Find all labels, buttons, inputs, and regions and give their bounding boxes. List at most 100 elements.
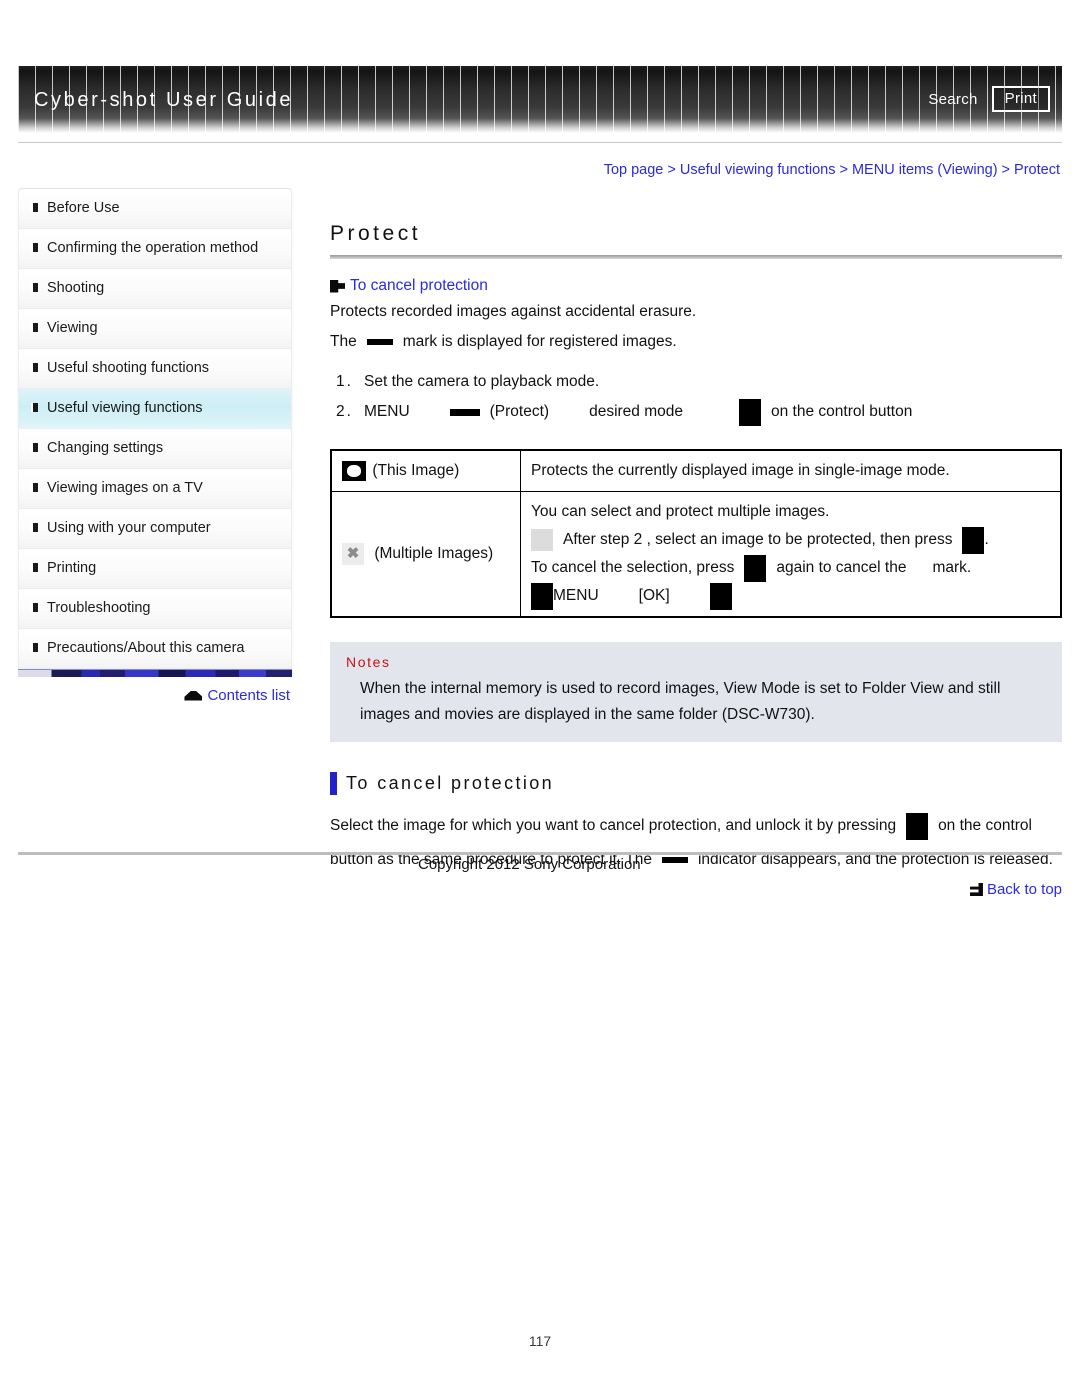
subsection-title: To cancel protection: [346, 773, 555, 793]
sidebar-item-printing[interactable]: Printing: [19, 549, 291, 589]
intro-line-1: Protects recorded images against acciden…: [330, 299, 1062, 325]
subsection-header: To cancel protection: [330, 772, 1062, 795]
step-1: 1. Set the camera to playback mode.: [330, 367, 1062, 397]
sidebar-item-label: Viewing: [47, 320, 98, 336]
page-title: Protect: [330, 222, 422, 245]
sidebar-item-useful-viewing-functions[interactable]: Useful viewing functions: [19, 389, 291, 429]
intro-text-2-pre: The: [330, 333, 357, 350]
protect-options-table: (This Image) Protects the currently disp…: [330, 449, 1062, 618]
page-number: 117: [528, 1333, 552, 1349]
subsection-text-1-post: on the control: [938, 817, 1032, 834]
multi-line-2: After step 2 , select an image to be pro…: [531, 526, 1050, 554]
multi-text-3-mid: again to cancel the: [776, 559, 907, 576]
multi-text-3-post: mark.: [932, 559, 972, 576]
sidebar-item-viewing-images-on-a-tv[interactable]: Viewing images on a TV: [19, 469, 291, 509]
breadcrumb[interactable]: Top page > Useful viewing functions > ME…: [330, 160, 1062, 180]
footer-divider: [18, 852, 1062, 855]
sidebar-item-label: Shooting: [47, 280, 105, 296]
this-image-label-cell: (This Image): [330, 449, 521, 492]
sidebar-item-before-use[interactable]: Before Use: [19, 189, 291, 229]
jump-link-row[interactable]: To cancel protection: [330, 277, 1062, 295]
intro-text-2-post: mark is displayed for registered images.: [402, 333, 677, 350]
main-content: Top page > Useful viewing functions > ME…: [330, 160, 1062, 898]
contents-list-row[interactable]: Contents list: [18, 687, 292, 704]
table-row: ✖ (Multiple Images) You can select and p…: [330, 491, 1062, 618]
sidebar-item-label: Confirming the operation method: [47, 240, 259, 256]
search-link[interactable]: Search: [928, 91, 977, 108]
print-button[interactable]: Print: [991, 86, 1050, 112]
title-divider: [330, 255, 1062, 259]
multiple-images-description-cell: You can select and protect multiple imag…: [520, 491, 1062, 618]
header-actions: Search Print: [928, 86, 1050, 112]
sidebar-item-useful-shooting-functions[interactable]: Useful shooting functions: [19, 349, 291, 389]
multi-text-2-post: .: [984, 531, 989, 548]
subsection-text-2-post: indicator disappears, and the protection…: [697, 851, 1053, 868]
sidebar-item-troubleshooting[interactable]: Troubleshooting: [19, 589, 291, 629]
step-2-protect-label: (Protect): [489, 403, 550, 420]
intro-text-1: Protects recorded images against acciden…: [330, 303, 697, 320]
multi-line-4: MENU [OK]: [531, 582, 1050, 610]
bullet-icon: [31, 603, 38, 612]
control-button-icon: [739, 398, 761, 426]
bullet-icon: [31, 363, 38, 372]
step-1-number: 1.: [336, 373, 353, 390]
gray-placeholder-icon: [531, 529, 553, 551]
back-to-top-row[interactable]: Back to top: [330, 881, 1062, 898]
control-button-icon: [962, 526, 985, 554]
sidebar-item-precautions-about-this-camera[interactable]: Precautions/About this camera: [19, 629, 291, 669]
sidebar-item-label: Printing: [47, 560, 97, 576]
sidebar-item-using-with-your-computer[interactable]: Using with your computer: [19, 509, 291, 549]
sidebar-item-label: Precautions/About this camera: [47, 640, 245, 656]
multiple-images-icon: ✖: [342, 542, 364, 565]
multi-text-3-pre: To cancel the selection, press: [531, 559, 735, 576]
step-2-number: 2.: [336, 403, 353, 420]
this-image-description: Protects the currently displayed image i…: [531, 462, 950, 479]
multiple-images-label: (Multiple Images): [374, 545, 494, 562]
this-image-label: (This Image): [372, 462, 460, 479]
multi-text-2-pre: After step 2 , select an image to be pro…: [563, 531, 953, 548]
copyright-text: Copyright 2012 Sony Corporation: [418, 856, 641, 873]
site-header: Cyber-shot User Guide Search Print: [18, 66, 1062, 133]
back-to-top-icon: [969, 883, 983, 896]
sidebar: Before Use Confirming the operation meth…: [18, 188, 293, 704]
bullet-icon: [31, 243, 38, 252]
right-arrow-flag-icon: [330, 279, 345, 293]
contents-list-link[interactable]: Contents list: [207, 687, 290, 704]
up-arrow-icon: [184, 690, 203, 701]
step-2-desired-mode-label: desired mode: [589, 403, 683, 420]
notes-body: When the internal memory is used to reco…: [360, 680, 1001, 723]
sidebar-item-label: Using with your computer: [47, 520, 211, 536]
sidebar-item-confirming-the-operation-method[interactable]: Confirming the operation method: [19, 229, 291, 269]
multi-text-1: You can select and protect multiple imag…: [531, 503, 830, 520]
back-to-top-link[interactable]: Back to top: [987, 881, 1062, 898]
step-2: 2. MENU (Protect) desired mode on the co…: [330, 397, 1062, 427]
bullet-icon: [31, 403, 38, 412]
sidebar-item-shooting[interactable]: Shooting: [19, 269, 291, 309]
sidebar-item-label: Useful viewing functions: [47, 400, 203, 416]
multi-line-3: To cancel the selection, press again to …: [531, 554, 1050, 582]
this-image-icon: [342, 460, 366, 481]
multiple-images-label-cell: ✖ (Multiple Images): [330, 491, 521, 618]
table-row: (This Image) Protects the currently disp…: [330, 449, 1062, 492]
bullet-icon: [31, 203, 38, 212]
step-1-text: Set the camera to playback mode.: [364, 373, 600, 390]
notes-heading: Notes: [346, 654, 391, 670]
bullet-icon: [31, 483, 38, 492]
multi-text-4-mid: [OK]: [638, 587, 670, 604]
bullet-icon: [31, 643, 38, 652]
bullet-icon: [31, 323, 38, 332]
bullet-icon: [31, 443, 38, 452]
sidebar-item-label: Useful shooting functions: [47, 360, 210, 376]
step-2-control-button-label: on the control button: [771, 403, 913, 420]
site-title: Cyber-shot User Guide: [34, 89, 294, 111]
sidebar-item-viewing[interactable]: Viewing: [19, 309, 291, 349]
sidebar-item-label: Troubleshooting: [47, 600, 151, 616]
jump-to-cancel-protection-link[interactable]: To cancel protection: [350, 277, 488, 295]
steps-list: 1. Set the camera to playback mode. 2. M…: [330, 367, 1062, 427]
multi-text-4-pre: MENU: [553, 587, 599, 604]
sidebar-item-changing-settings[interactable]: Changing settings: [19, 429, 291, 469]
sidebar-item-label: Viewing images on a TV: [47, 480, 203, 496]
subsection-text-1-pre: Select the image for which you want to c…: [330, 817, 897, 834]
notes-box: Notes When the internal memory is used t…: [330, 642, 1062, 742]
bullet-icon: [31, 283, 38, 292]
